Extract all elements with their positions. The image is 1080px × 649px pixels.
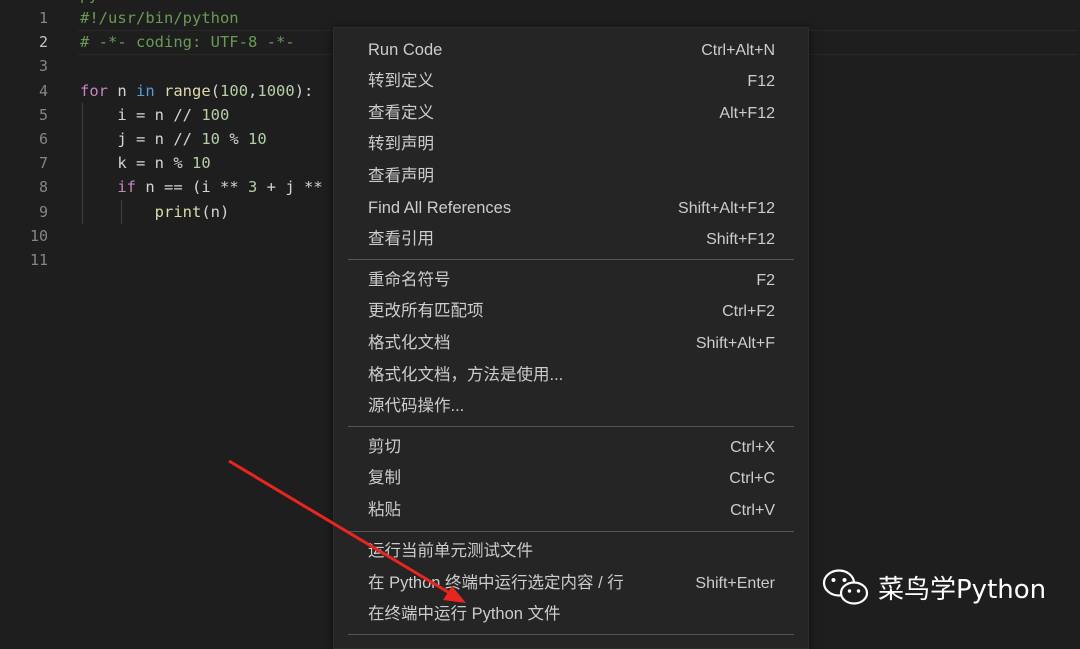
red-arrow-icon [228,459,466,603]
wechat-icon [822,569,869,605]
watermark: 菜鸟学Python [822,567,1046,607]
watermark-text: 菜鸟学Python [878,574,1047,605]
